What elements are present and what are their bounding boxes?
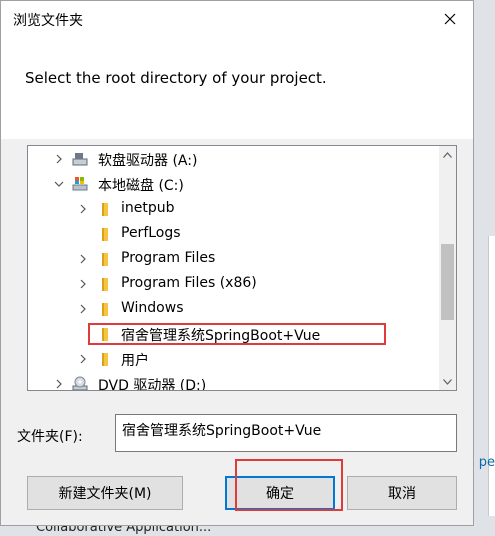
ok-annotation-box	[235, 459, 343, 511]
scroll-thumb[interactable]	[441, 244, 454, 320]
tree-item-label: Windows	[121, 300, 184, 316]
prompt-area: Select the root directory of your projec…	[1, 37, 473, 139]
chevron-right-icon[interactable]	[78, 279, 88, 289]
chevron-up-icon	[443, 151, 452, 158]
tree-item-label: DVD 驱动器 (D:)	[98, 378, 207, 391]
tree-item-label: Program Files	[121, 250, 216, 266]
dialog-prompt: Select the root directory of your projec…	[25, 69, 327, 87]
tree-item-label: PerfLogs	[121, 225, 181, 241]
chevron-down-icon[interactable]	[54, 179, 64, 189]
tree-item[interactable]: Program Files	[28, 247, 438, 272]
scroll-down-button[interactable]	[439, 373, 456, 390]
folder-icon	[96, 301, 112, 317]
new-folder-button[interactable]: 新建文件夹(M)	[27, 476, 183, 510]
chevron-right-icon[interactable]	[78, 254, 88, 264]
chevron-right-icon[interactable]	[78, 304, 88, 314]
scroll-up-button[interactable]	[439, 146, 456, 163]
close-button[interactable]	[427, 1, 473, 37]
dvd-drive-icon	[72, 376, 88, 390]
selection-highlight	[88, 323, 386, 345]
tree-item[interactable]: 本地磁盘 (C:)	[28, 172, 438, 197]
chevron-right-icon[interactable]	[78, 354, 88, 364]
tree-item-label: Program Files (x86)	[121, 275, 257, 291]
folder-name-field[interactable]: 宿舍管理系统SpringBoot+Vue	[115, 414, 457, 452]
browse-folder-dialog: 浏览文件夹 Select the root directory of your …	[0, 0, 474, 526]
vertical-scrollbar[interactable]	[439, 146, 456, 390]
tree-item[interactable]: Program Files (x86)	[28, 272, 438, 297]
tree-item-label: 本地磁盘 (C:)	[98, 178, 184, 194]
chevron-down-icon	[443, 378, 452, 385]
folder-label: 文件夹(F):	[17, 429, 83, 445]
chevron-right-icon[interactable]	[54, 379, 64, 389]
local-disk-icon	[72, 176, 88, 192]
tree-item[interactable]: DVD 驱动器 (D:)	[28, 372, 438, 391]
tree-item-label: 用户	[121, 353, 149, 369]
folder-icon	[96, 201, 112, 217]
tree-item-label: 软盘驱动器 (A:)	[98, 153, 198, 169]
folder-tree[interactable]: 软盘驱动器 (A:) 本地磁盘 (C:) inetpub PerfLogs Progra…	[27, 145, 457, 391]
folder-icon	[96, 351, 112, 367]
folder-icon	[96, 251, 112, 267]
tree-item[interactable]: inetpub	[28, 197, 438, 222]
title-bar: 浏览文件夹	[1, 1, 473, 37]
cancel-button[interactable]: 取消	[347, 476, 457, 510]
tree-item[interactable]: 软盘驱动器 (A:)	[28, 147, 438, 172]
dialog-title: 浏览文件夹	[13, 13, 83, 29]
tree-item[interactable]: Windows	[28, 297, 438, 322]
close-icon	[444, 13, 456, 25]
chevron-right-icon[interactable]	[78, 204, 88, 214]
tree-item-label: inetpub	[121, 200, 175, 216]
chevron-right-icon[interactable]	[54, 154, 64, 164]
background-window-edge-right	[488, 236, 495, 516]
tree-item[interactable]: 用户	[28, 347, 438, 372]
tree-item[interactable]: PerfLogs	[28, 222, 438, 247]
floppy-drive-icon	[72, 151, 88, 167]
folder-icon	[96, 276, 112, 292]
background-text: pe	[478, 455, 495, 470]
folder-icon	[96, 226, 112, 242]
